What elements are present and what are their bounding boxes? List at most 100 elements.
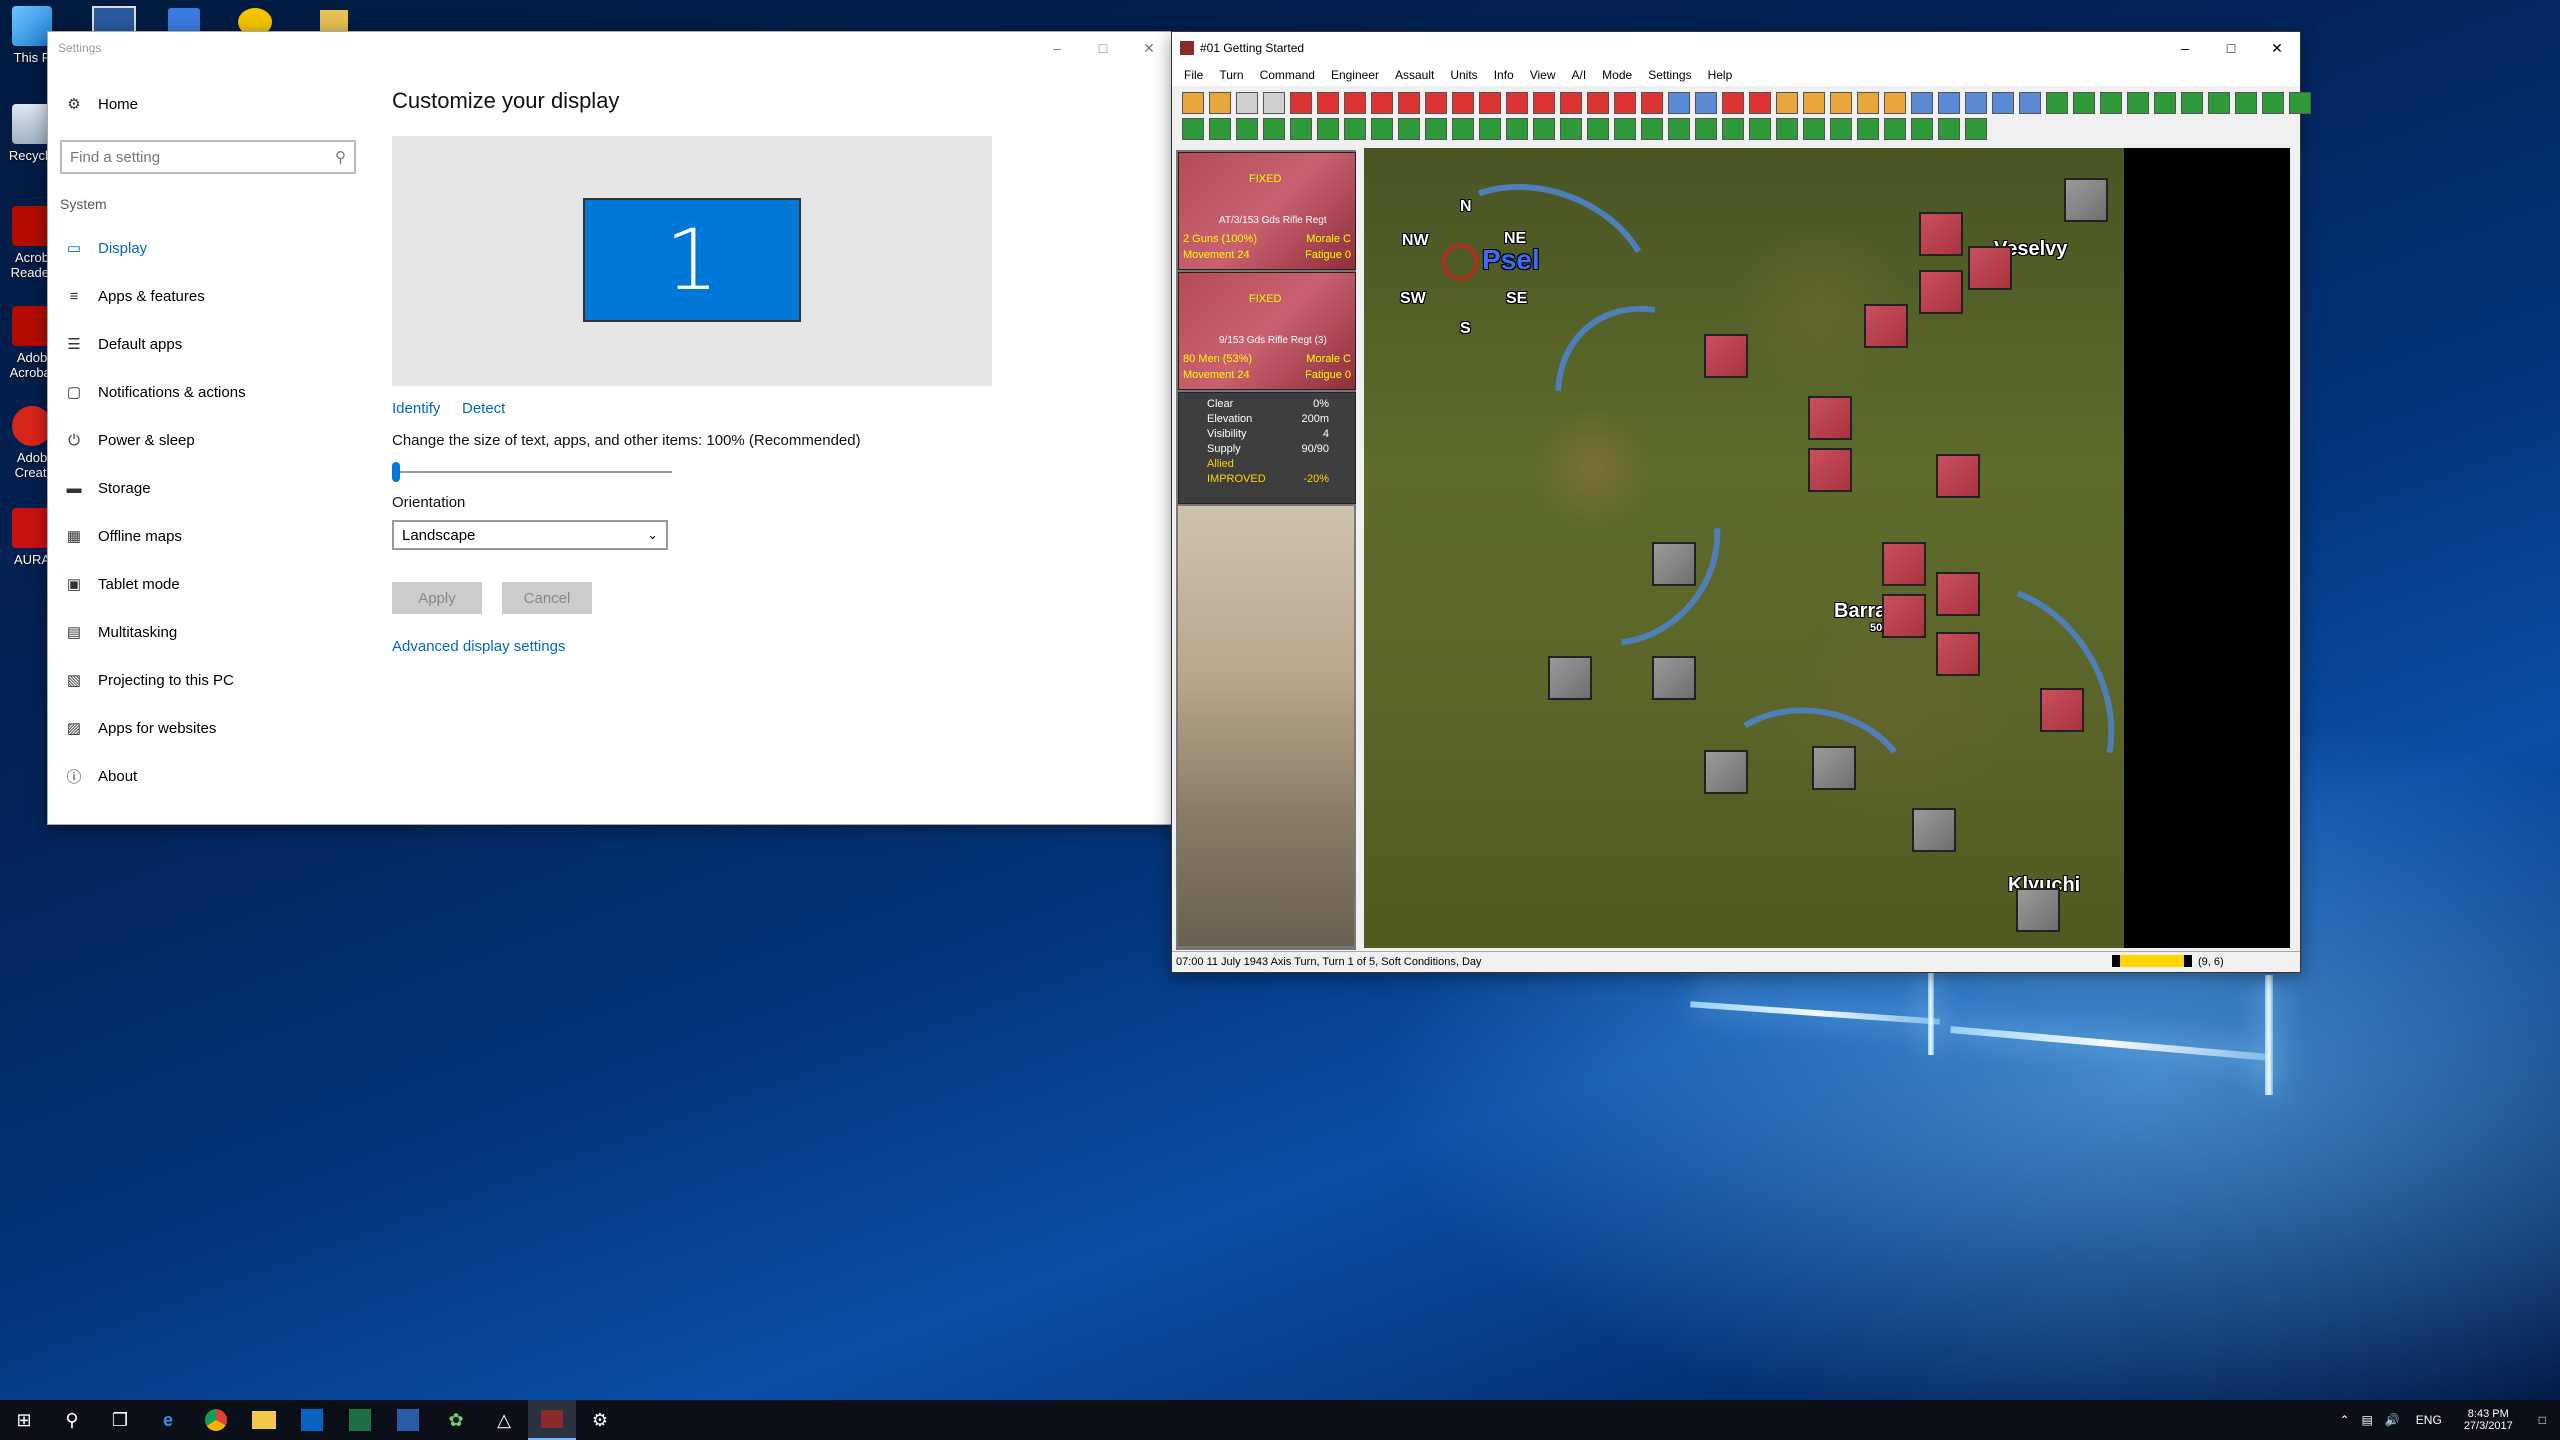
german-unit-counter[interactable] xyxy=(1652,542,1696,586)
sidebar-item-notifications-actions[interactable]: ▢ Notifications & actions xyxy=(48,368,368,416)
game-taskbar-icon[interactable] xyxy=(528,1400,576,1440)
task-view-icon[interactable]: ❐ xyxy=(96,1400,144,1440)
toolbar-button-icon[interactable] xyxy=(1803,92,1825,114)
soviet-unit-counter[interactable] xyxy=(1968,246,2012,290)
toolbar-button-icon[interactable] xyxy=(1425,92,1447,114)
toolbar-button-icon[interactable] xyxy=(1398,118,1420,140)
volume-icon[interactable]: 🔊 xyxy=(2379,1413,2406,1427)
file-explorer-icon[interactable] xyxy=(240,1400,288,1440)
toolbar-button-icon[interactable] xyxy=(1182,118,1204,140)
toolbar-button-icon[interactable] xyxy=(1965,118,1987,140)
close-button[interactable]: ✕ xyxy=(2254,32,2300,64)
toolbar-button-icon[interactable] xyxy=(1506,118,1528,140)
german-unit-counter[interactable] xyxy=(2064,178,2108,222)
start-button[interactable]: ⊞ xyxy=(0,1400,48,1440)
sidebar-item-tablet-mode[interactable]: ▣ Tablet mode xyxy=(48,560,368,608)
menu-mode[interactable]: Mode xyxy=(1594,68,1640,82)
maximize-button[interactable]: □ xyxy=(2208,32,2254,64)
german-unit-counter[interactable] xyxy=(1704,750,1748,794)
minimize-button[interactable]: – xyxy=(1034,32,1080,64)
sidebar-item-default-apps[interactable]: ☰ Default apps xyxy=(48,320,368,368)
toolbar-button-icon[interactable] xyxy=(1587,92,1609,114)
toolbar-button-icon[interactable] xyxy=(1722,118,1744,140)
toolbar-button-icon[interactable] xyxy=(1857,118,1879,140)
soviet-unit-counter[interactable] xyxy=(1936,454,1980,498)
toolbar-button-icon[interactable] xyxy=(1614,118,1636,140)
triangle-app-icon[interactable]: △ xyxy=(480,1400,528,1440)
toolbar-button-icon[interactable] xyxy=(1317,118,1339,140)
sidebar-item-projecting-to-this-pc[interactable]: ▧ Projecting to this PC xyxy=(48,656,368,704)
toolbar-button-icon[interactable] xyxy=(1344,92,1366,114)
toolbar-button-icon[interactable] xyxy=(1479,118,1501,140)
toolbar-button-icon[interactable] xyxy=(1317,92,1339,114)
language-indicator[interactable]: ENG xyxy=(2406,1413,2452,1427)
toolbar-button-icon[interactable] xyxy=(1884,92,1906,114)
action-center-icon[interactable]: □ xyxy=(2525,1413,2560,1427)
toolbar-button-icon[interactable] xyxy=(2208,92,2230,114)
toolbar-button-icon[interactable] xyxy=(1992,92,2014,114)
nav-home[interactable]: ⚙ Home xyxy=(48,80,368,128)
toolbar-button-icon[interactable] xyxy=(2289,92,2311,114)
menu-command[interactable]: Command xyxy=(1252,68,1323,82)
desktop-icon-folder[interactable] xyxy=(320,10,348,34)
sidebar-item-about[interactable]: ⓘ About xyxy=(48,752,368,800)
search-input[interactable]: Find a setting ⚲ xyxy=(60,140,356,174)
toolbar-button-icon[interactable] xyxy=(2235,92,2257,114)
toolbar-button-icon[interactable] xyxy=(1857,92,1879,114)
soviet-unit-counter[interactable] xyxy=(1808,448,1852,492)
monitor-tile[interactable]: 1 xyxy=(583,198,801,322)
toolbar-button-icon[interactable] xyxy=(1722,92,1744,114)
toolbar-button-icon[interactable] xyxy=(2073,92,2095,114)
apply-button[interactable]: Apply xyxy=(392,582,482,614)
toolbar-button-icon[interactable] xyxy=(1695,92,1717,114)
close-button[interactable]: ✕ xyxy=(1126,32,1172,64)
advanced-display-link[interactable]: Advanced display settings xyxy=(392,638,565,655)
menu-units[interactable]: Units xyxy=(1442,68,1485,82)
toolbar-button-icon[interactable] xyxy=(1506,92,1528,114)
toolbar-button-icon[interactable] xyxy=(1830,118,1852,140)
clock[interactable]: 8:43 PM 27/3/2017 xyxy=(2452,1408,2525,1432)
toolbar-button-icon[interactable] xyxy=(1290,118,1312,140)
toolbar-button-icon[interactable] xyxy=(1911,118,1933,140)
toolbar-button-icon[interactable] xyxy=(1236,92,1258,114)
soviet-unit-counter[interactable] xyxy=(1919,212,1963,256)
toolbar-button-icon[interactable] xyxy=(1668,118,1690,140)
menu-help[interactable]: Help xyxy=(1700,68,1741,82)
soviet-unit-counter[interactable] xyxy=(1919,270,1963,314)
toolbar-button-icon[interactable] xyxy=(1749,118,1771,140)
sidebar-item-apps-features[interactable]: ≡ Apps & features xyxy=(48,272,368,320)
toolbar-button-icon[interactable] xyxy=(1614,92,1636,114)
chevron-up-icon[interactable]: ⌃ xyxy=(2333,1413,2355,1427)
toolbar-button-icon[interactable] xyxy=(1938,118,1960,140)
toolbar-button-icon[interactable] xyxy=(1668,92,1690,114)
maximize-button[interactable]: □ xyxy=(1080,32,1126,64)
identify-link[interactable]: Identify xyxy=(392,400,440,417)
toolbar-button-icon[interactable] xyxy=(1884,118,1906,140)
settings-titlebar[interactable]: Settings xyxy=(48,32,1172,64)
soviet-unit-counter[interactable] xyxy=(1936,632,1980,676)
unit-card-2[interactable]: FIXED 9/153 Gds Rifle Regt (3) 80 Men (5… xyxy=(1178,272,1356,390)
toolbar-button-icon[interactable] xyxy=(1263,118,1285,140)
game-titlebar[interactable]: #01 Getting Started xyxy=(1172,32,2300,64)
sidebar-item-power-sleep[interactable]: ⏻ Power & sleep xyxy=(48,416,368,464)
pinwheel-app-icon[interactable]: ✿ xyxy=(432,1400,480,1440)
soviet-unit-counter[interactable] xyxy=(2040,688,2084,732)
toolbar-button-icon[interactable] xyxy=(1749,92,1771,114)
german-unit-counter[interactable] xyxy=(1548,656,1592,700)
toolbar-button-icon[interactable] xyxy=(1587,118,1609,140)
detect-link[interactable]: Detect xyxy=(462,400,505,417)
menu-file[interactable]: File xyxy=(1176,68,1211,82)
toolbar-button-icon[interactable] xyxy=(1479,92,1501,114)
sidebar-item-apps-for-websites[interactable]: ▨ Apps for websites xyxy=(48,704,368,752)
toolbar-button-icon[interactable] xyxy=(1398,92,1420,114)
toolbar-button-icon[interactable] xyxy=(1452,118,1474,140)
edge-icon[interactable]: e xyxy=(144,1400,192,1440)
settings-taskbar-icon[interactable]: ⚙ xyxy=(576,1400,624,1440)
orientation-select[interactable]: Landscape ⌄ xyxy=(392,520,668,550)
toolbar-button-icon[interactable] xyxy=(1776,118,1798,140)
network-icon[interactable]: ▤ xyxy=(2356,1413,2379,1427)
cancel-button[interactable]: Cancel xyxy=(502,582,592,614)
toolbar-button-icon[interactable] xyxy=(1965,92,1987,114)
toolbar-button-icon[interactable] xyxy=(2262,92,2284,114)
toolbar-button-icon[interactable] xyxy=(1641,118,1663,140)
